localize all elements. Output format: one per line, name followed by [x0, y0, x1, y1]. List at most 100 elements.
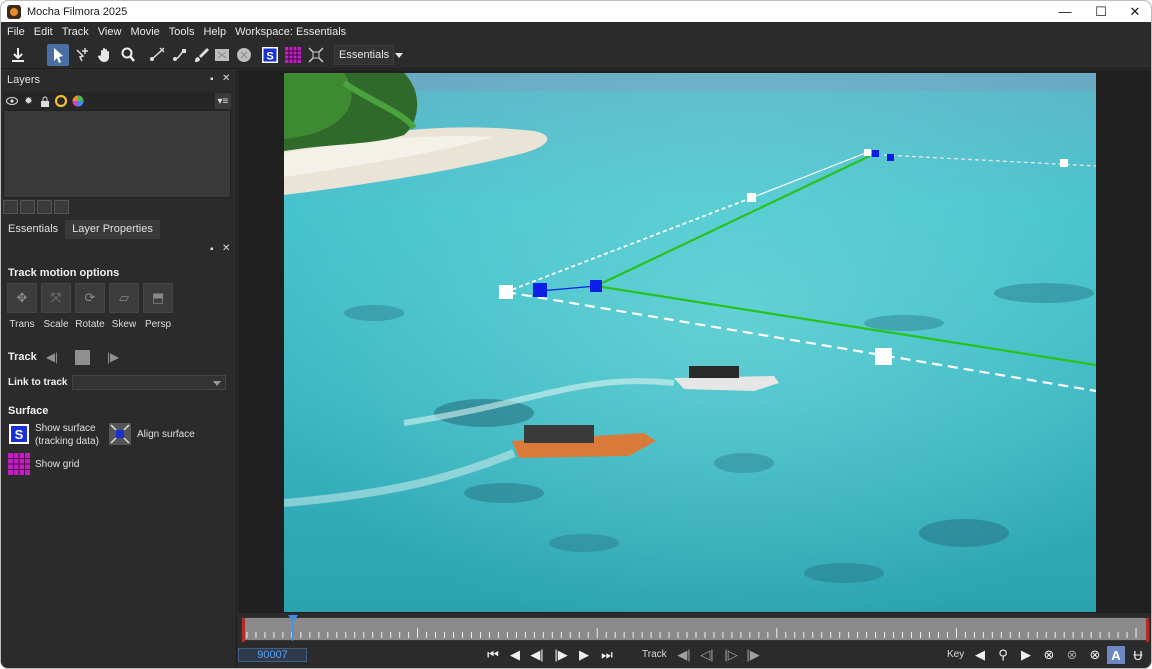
prev-keyframe-icon[interactable]: ◀ [971, 646, 989, 664]
next-keyframe-icon[interactable]: ▶ [1017, 646, 1035, 664]
surface-s-icon: S [9, 424, 29, 444]
rotate-button[interactable]: ⟳ [75, 283, 105, 313]
step-forward-icon[interactable]: |▶ [552, 646, 570, 664]
toolbar: S Essentials [1, 41, 1151, 69]
tab-layer-properties[interactable]: Layer Properties [65, 220, 160, 239]
track-forwards-icon[interactable]: |▶ [744, 646, 762, 664]
panel-tabs: Essentials Layer Properties [1, 220, 160, 239]
layer-buttons [3, 200, 71, 214]
track-frame-back-icon[interactable]: ◁| [698, 646, 716, 664]
close-panel-icon[interactable]: ✕ [222, 73, 230, 84]
play-forwards-icon[interactable]: ▶ [575, 646, 593, 664]
keyframe-label: Key [947, 649, 965, 660]
settings-gear-icon[interactable]: ✹ [21, 93, 35, 109]
brush-tool-icon[interactable] [191, 44, 213, 66]
ocean-footage-image [284, 73, 1096, 612]
grid-icon [8, 453, 30, 475]
clear-key-icon[interactable]: ⊗ [1086, 646, 1104, 664]
bezier-tool-icon[interactable] [169, 44, 191, 66]
scale-button[interactable]: ⤧ [41, 283, 71, 313]
color-wheel-icon[interactable] [71, 93, 85, 109]
layers-panel-title: Layers [7, 74, 41, 86]
viewer-area[interactable] [238, 70, 1151, 614]
select-tool-icon[interactable] [47, 44, 69, 66]
hand-pan-tool-icon[interactable] [94, 44, 116, 66]
matte-color-icon[interactable] [54, 93, 68, 109]
minimize-button[interactable]: — [1047, 1, 1083, 22]
align-surface-icon[interactable] [305, 44, 327, 66]
maximize-button[interactable]: ☐ [1083, 1, 1119, 22]
persp-button[interactable]: ⬒ [143, 283, 173, 313]
undock-icon[interactable]: ▪ [210, 74, 214, 85]
menu-track[interactable]: Track [62, 26, 89, 38]
show-surface-sublabel: (tracking data) [35, 436, 99, 447]
align-surface-icon [109, 423, 131, 445]
timeline-track-label: Track [642, 649, 667, 660]
link-to-track-label: Link to track [8, 377, 68, 388]
track-frame-forward-icon[interactable]: |▷ [722, 646, 740, 664]
current-frame-field[interactable]: 90007 [238, 648, 307, 662]
track-forwards-icon[interactable]: |▶ [105, 349, 121, 365]
workspace-dropdown[interactable]: Essentials [334, 45, 404, 65]
menu-tools[interactable]: Tools [169, 26, 195, 38]
stop-tracking-icon[interactable] [75, 350, 90, 365]
play-backwards-icon[interactable]: ◀ [506, 646, 524, 664]
video-frame[interactable] [284, 73, 1096, 612]
track-backwards-icon[interactable]: ◀| [675, 646, 693, 664]
download-icon[interactable] [7, 44, 29, 66]
add-keyframe-icon[interactable]: ⚲ [994, 646, 1012, 664]
new-folder-icon[interactable] [3, 200, 18, 214]
show-surface-label: Show surface [35, 423, 96, 434]
close-button[interactable]: ✕ [1117, 1, 1151, 22]
lock-icon[interactable] [38, 93, 52, 109]
layers-list[interactable] [3, 110, 231, 198]
show-grid-label: Show grid [35, 459, 80, 470]
add-point-tool-icon[interactable] [71, 44, 93, 66]
menu-edit[interactable]: Edit [34, 26, 53, 38]
skew-button[interactable]: ▱ [109, 283, 139, 313]
menu-file[interactable]: File [7, 26, 25, 38]
timeline-scrubber[interactable] [241, 617, 1150, 642]
align-surface-button[interactable] [109, 423, 131, 445]
ellipse-tool-icon[interactable] [233, 44, 255, 66]
zoom-tool-icon[interactable] [117, 44, 139, 66]
magnet-snap-icon[interactable]: Ʉ [1129, 646, 1147, 664]
menu-movie[interactable]: Movie [130, 26, 159, 38]
menu-workspace[interactable]: Workspace: Essentials [235, 26, 346, 38]
go-to-start-icon[interactable]: ⏮ [484, 646, 502, 664]
layers-column-icons: ✹ ▾≡ [3, 92, 232, 110]
show-surface-icon[interactable]: S [259, 44, 281, 66]
go-to-end-icon[interactable]: ⏭ [598, 646, 616, 664]
show-grid-icon[interactable] [282, 44, 304, 66]
add-layer-icon[interactable] [20, 200, 35, 214]
window-title: Mocha Filmora 2025 [27, 5, 128, 18]
visibility-eye-icon[interactable] [5, 93, 19, 109]
delete-layer-icon[interactable] [54, 200, 69, 214]
left-panel: Layers ▪ ✕ ✹ ▾≡ Essentials Layer Propert… [1, 70, 237, 668]
track-label: Track [8, 351, 37, 363]
tab-essentials[interactable]: Essentials [1, 220, 66, 239]
app-logo-icon [7, 4, 21, 19]
rectangle-tool-icon[interactable] [211, 44, 233, 66]
duplicate-layer-icon[interactable] [37, 200, 52, 214]
delete-all-keyframes-icon[interactable]: ⊗ [1063, 646, 1081, 664]
menu-help[interactable]: Help [203, 26, 226, 38]
layer-menu-icon[interactable]: ▾≡ [214, 93, 232, 109]
step-back-icon[interactable]: ◀| [528, 646, 546, 664]
timeline: 90007 ⏮ ◀ ◀| |▶ ▶ ⏭ Track ◀| ◁| |▷ |▶ Ke… [238, 613, 1151, 668]
undock-icon[interactable]: ▪ [210, 244, 214, 255]
show-surface-button[interactable]: S [8, 423, 30, 445]
xspline-tool-icon[interactable] [146, 44, 168, 66]
close-panel-icon[interactable]: ✕ [222, 243, 230, 254]
playhead-marker[interactable] [288, 615, 298, 622]
link-to-track-dropdown[interactable] [72, 375, 226, 390]
title-bar: Mocha Filmora 2025 — ☐ ✕ [1, 1, 1151, 22]
menu-view[interactable]: View [98, 26, 122, 38]
autokey-icon[interactable]: A [1107, 646, 1125, 664]
track-backwards-icon[interactable]: ◀| [44, 349, 60, 365]
persp-label: Persp [144, 319, 172, 330]
delete-keyframe-icon[interactable]: ⊗ [1040, 646, 1058, 664]
trans-button[interactable]: ✥ [7, 283, 37, 313]
show-grid-button[interactable] [8, 453, 30, 475]
menu-bar: File Edit Track View Movie Tools Help Wo… [1, 22, 1151, 41]
